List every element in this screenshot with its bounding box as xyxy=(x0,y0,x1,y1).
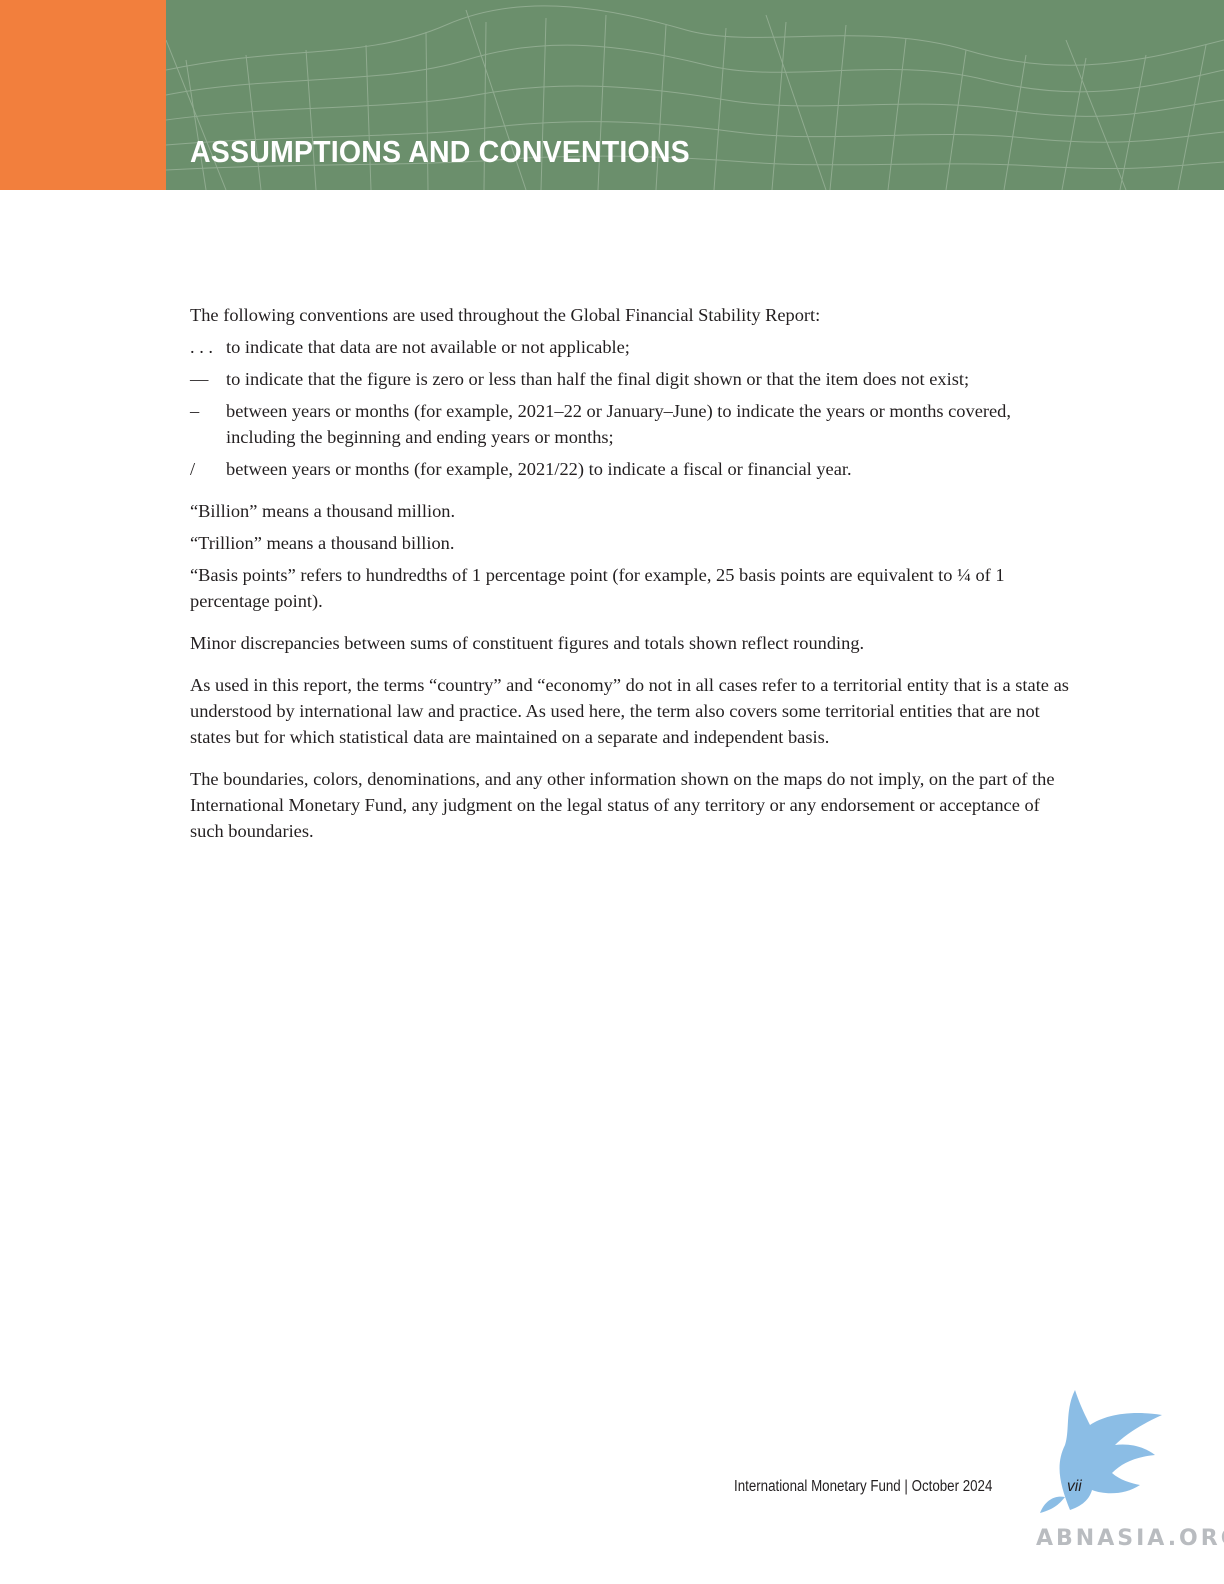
watermark-text: ABNASIA.ORG xyxy=(1036,1526,1224,1551)
definition-basis-points: “Basis points” refers to hundredths of 1… xyxy=(190,565,1005,611)
definition-billion: “Billion” means a thousand million. xyxy=(190,501,456,521)
accent-block xyxy=(0,0,166,190)
conventions-body: The following conventions are used throu… xyxy=(190,302,1070,844)
griffin-logo-icon xyxy=(1040,1390,1162,1513)
intro-text: The following conventions are used throu… xyxy=(190,305,821,325)
rounding-note: Minor discrepancies between sums of cons… xyxy=(190,633,865,653)
page-number: vii xyxy=(1067,1478,1082,1495)
convention-item: . . . to indicate that data are not avai… xyxy=(190,334,1070,360)
convention-item: / between years or months (for example, … xyxy=(190,456,1070,482)
convention-text: between years or months (for example, 20… xyxy=(226,459,852,479)
conventions-list: . . . to indicate that data are not avai… xyxy=(190,334,1070,482)
convention-text: to indicate that the figure is zero or l… xyxy=(226,369,970,389)
definition-trillion: “Trillion” means a thousand billion. xyxy=(190,533,455,553)
convention-symbol: — xyxy=(190,369,209,389)
convention-item: – between years or months (for example, … xyxy=(190,398,1070,450)
convention-text: to indicate that data are not available … xyxy=(226,337,630,357)
convention-symbol: . . . xyxy=(190,337,213,357)
convention-symbol: / xyxy=(190,459,196,479)
convention-item: — to indicate that the figure is zero or… xyxy=(190,366,1070,392)
country-note: As used in this report, the terms “count… xyxy=(190,675,1069,747)
header-band: ASSUMPTIONS AND CONVENTIONS xyxy=(0,0,1224,190)
page-title: ASSUMPTIONS AND CONVENTIONS xyxy=(190,134,690,169)
boundaries-note: The boundaries, colors, denominations, a… xyxy=(190,769,1055,841)
convention-symbol: – xyxy=(190,401,200,421)
footer-publisher: International Monetary Fund | October 20… xyxy=(734,1478,993,1495)
convention-text: between years or months (for example, 20… xyxy=(226,401,1011,447)
